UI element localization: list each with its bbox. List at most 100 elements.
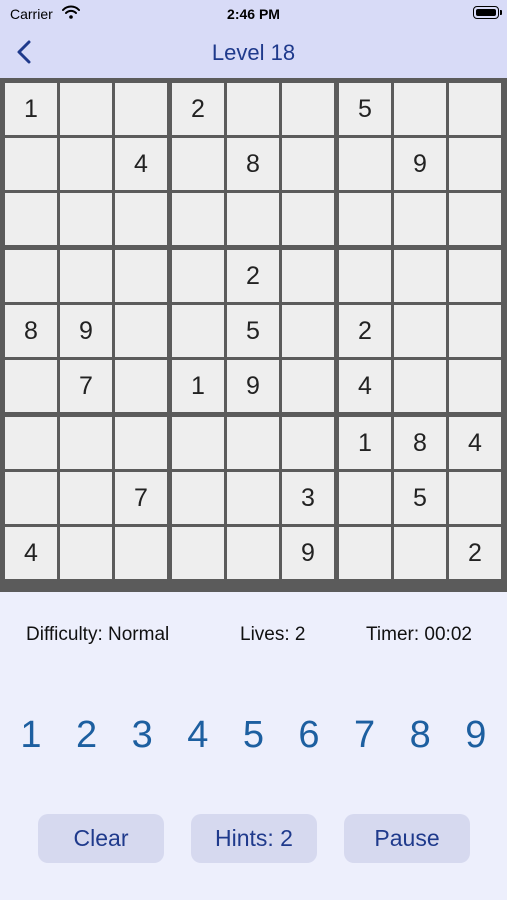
clear-button[interactable]: Clear [38,814,164,863]
sudoku-cell[interactable] [60,138,112,190]
sudoku-cell[interactable]: 5 [394,472,446,524]
sudoku-cell[interactable] [115,83,167,135]
sudoku-cell[interactable] [227,193,279,245]
difficulty-label: Difficulty: Normal [26,624,170,645]
sudoku-cell[interactable] [5,360,57,412]
sudoku-cell[interactable] [394,193,446,245]
sudoku-cell[interactable] [282,360,334,412]
sudoku-cell[interactable] [115,527,167,579]
sudoku-cell[interactable] [394,83,446,135]
sudoku-cell[interactable] [60,83,112,135]
sudoku-cell[interactable] [172,250,224,302]
sudoku-cell[interactable]: 1 [5,83,57,135]
sudoku-cell[interactable]: 4 [5,527,57,579]
sudoku-cell[interactable] [60,250,112,302]
sudoku-cell[interactable] [449,360,501,412]
sudoku-cell[interactable] [282,193,334,245]
status-bar: Carrier 2:46 PM [0,0,507,28]
sudoku-cell[interactable]: 7 [60,360,112,412]
sudoku-cell[interactable] [5,472,57,524]
sudoku-cell[interactable] [394,305,446,357]
page-title: Level 18 [211,40,296,65]
number-key[interactable]: 6 [289,712,329,758]
sudoku-cell[interactable] [339,250,391,302]
sudoku-cell[interactable]: 8 [227,138,279,190]
sudoku-cell[interactable] [394,250,446,302]
sudoku-cell[interactable] [339,138,391,190]
sudoku-cell[interactable]: 1 [172,360,224,412]
sudoku-cell[interactable]: 8 [5,305,57,357]
number-key[interactable]: 7 [345,712,385,758]
number-key[interactable]: 4 [178,712,218,758]
sudoku-cell[interactable] [394,527,446,579]
lives-label: Lives: 2 [240,624,306,645]
sudoku-cell[interactable]: 4 [339,360,391,412]
number-key[interactable]: 8 [400,712,440,758]
sudoku-cell[interactable] [60,193,112,245]
sudoku-cell[interactable]: 9 [60,305,112,357]
sudoku-cell[interactable]: 5 [227,305,279,357]
sudoku-cell[interactable] [449,83,501,135]
sudoku-cell[interactable] [449,193,501,245]
sudoku-cell[interactable] [449,305,501,357]
sudoku-cell[interactable] [172,138,224,190]
sudoku-cell[interactable]: 2 [227,250,279,302]
sudoku-cell[interactable]: 4 [449,417,501,469]
status-time: 2:46 PM [227,6,280,22]
sudoku-cell[interactable] [60,472,112,524]
number-key[interactable]: 1 [11,712,51,758]
sudoku-cell[interactable] [449,472,501,524]
sudoku-cell[interactable] [5,138,57,190]
sudoku-cell[interactable] [394,360,446,412]
sudoku-cell[interactable] [60,417,112,469]
sudoku-cell[interactable] [282,83,334,135]
sudoku-cell[interactable] [282,250,334,302]
sudoku-cell[interactable]: 5 [339,83,391,135]
sudoku-cell[interactable] [115,193,167,245]
sudoku-cell[interactable]: 2 [339,305,391,357]
sudoku-cell[interactable] [449,138,501,190]
sudoku-cell[interactable] [172,527,224,579]
sudoku-cell[interactable] [115,360,167,412]
number-pad: 123456789 [0,712,507,762]
number-key[interactable]: 3 [122,712,162,758]
sudoku-cell[interactable] [115,417,167,469]
sudoku-cell[interactable] [60,527,112,579]
sudoku-cell[interactable]: 2 [172,83,224,135]
sudoku-cell[interactable] [227,417,279,469]
sudoku-cell[interactable] [282,305,334,357]
sudoku-cell[interactable] [339,193,391,245]
sudoku-cell[interactable]: 2 [449,527,501,579]
sudoku-cell[interactable] [5,417,57,469]
sudoku-cell[interactable] [339,527,391,579]
number-key[interactable]: 9 [456,712,496,758]
sudoku-cell[interactable]: 7 [115,472,167,524]
battery-icon [473,6,502,19]
sudoku-cell[interactable] [227,472,279,524]
sudoku-cell[interactable] [282,417,334,469]
sudoku-cell[interactable] [339,472,391,524]
sudoku-cell[interactable]: 1 [339,417,391,469]
sudoku-cell[interactable]: 9 [227,360,279,412]
sudoku-cell[interactable] [115,250,167,302]
sudoku-cell[interactable] [115,305,167,357]
sudoku-cell[interactable] [5,193,57,245]
sudoku-cell[interactable]: 9 [394,138,446,190]
hints-button[interactable]: Hints: 2 [191,814,317,863]
sudoku-cell[interactable]: 9 [282,527,334,579]
sudoku-cell[interactable] [5,250,57,302]
sudoku-cell[interactable] [227,527,279,579]
sudoku-cell[interactable] [227,83,279,135]
sudoku-cell[interactable]: 3 [282,472,334,524]
sudoku-cell[interactable] [172,472,224,524]
pause-button[interactable]: Pause [344,814,470,863]
sudoku-cell[interactable]: 8 [394,417,446,469]
sudoku-cell[interactable] [449,250,501,302]
number-key[interactable]: 2 [67,712,107,758]
sudoku-cell[interactable]: 4 [115,138,167,190]
sudoku-cell[interactable] [282,138,334,190]
sudoku-cell[interactable] [172,193,224,245]
number-key[interactable]: 5 [233,712,273,758]
sudoku-cell[interactable] [172,417,224,469]
sudoku-cell[interactable] [172,305,224,357]
